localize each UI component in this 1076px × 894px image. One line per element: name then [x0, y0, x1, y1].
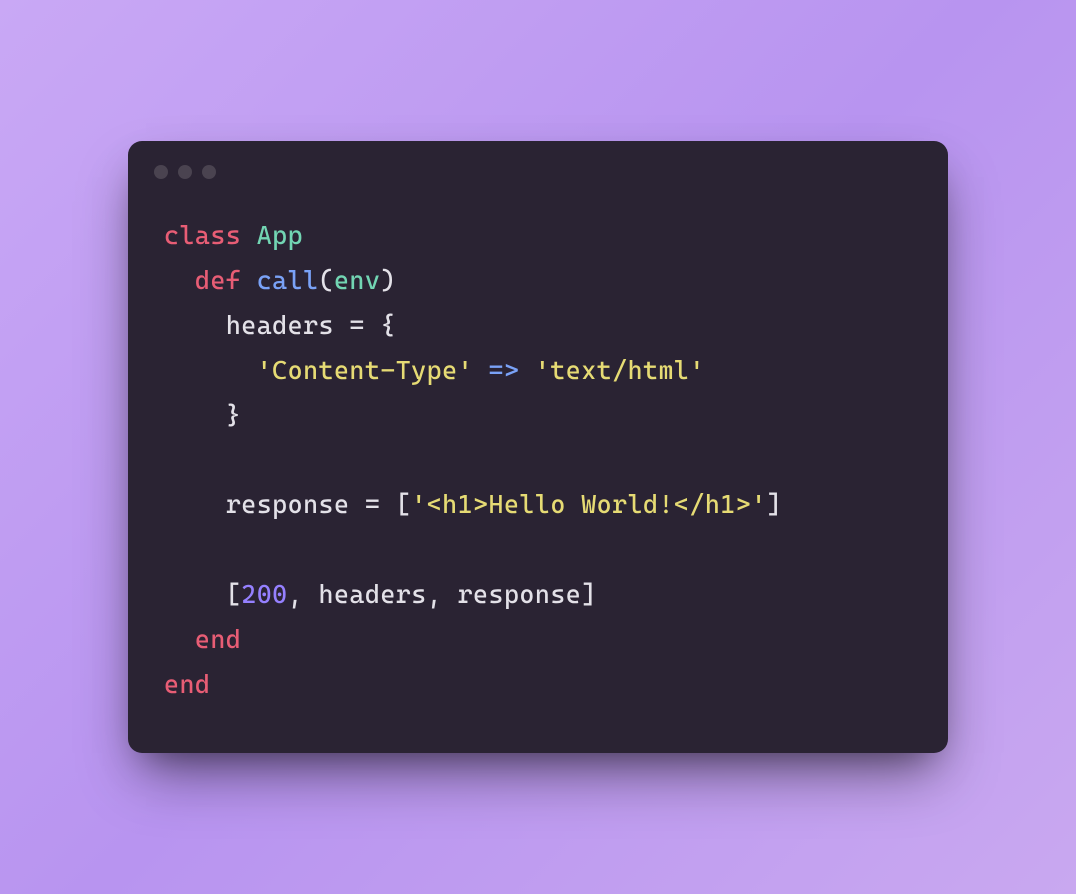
param-env: env — [334, 265, 380, 295]
minimize-icon[interactable] — [178, 165, 192, 179]
string-key: 'Content-Type' — [257, 355, 473, 385]
space — [241, 220, 256, 250]
var-headers-ref: headers — [319, 579, 427, 609]
keyword-class: class — [164, 220, 241, 250]
window-titlebar — [128, 141, 948, 187]
string-value: 'text/html' — [535, 355, 705, 385]
bracket-close: ] — [581, 579, 596, 609]
equals: = — [334, 310, 380, 340]
number-status: 200 — [241, 579, 287, 609]
code-window: class App def call(env) headers = { 'Con… — [128, 141, 948, 753]
paren-close: ) — [380, 265, 395, 295]
comma: , — [288, 579, 319, 609]
close-icon[interactable] — [154, 165, 168, 179]
equals: = — [349, 489, 395, 519]
bracket-open: [ — [396, 489, 411, 519]
paren-open: ( — [319, 265, 334, 295]
class-name: App — [257, 220, 303, 250]
keyword-end: end — [164, 669, 210, 699]
var-response-ref: response — [458, 579, 582, 609]
var-headers: headers — [226, 310, 334, 340]
var-response: response — [226, 489, 350, 519]
space — [241, 265, 256, 295]
function-name: call — [257, 265, 319, 295]
brace-open: { — [380, 310, 395, 340]
comma: , — [427, 579, 458, 609]
code-content: class App def call(env) headers = { 'Con… — [128, 187, 948, 753]
keyword-def: def — [195, 265, 241, 295]
maximize-icon[interactable] — [202, 165, 216, 179]
bracket-close: ] — [767, 489, 782, 519]
brace-close: } — [226, 400, 241, 430]
keyword-end: end — [195, 624, 241, 654]
hash-rocket: => — [473, 355, 535, 385]
string-html: '<h1>Hello World!</h1>' — [411, 489, 766, 519]
bracket-open: [ — [226, 579, 241, 609]
